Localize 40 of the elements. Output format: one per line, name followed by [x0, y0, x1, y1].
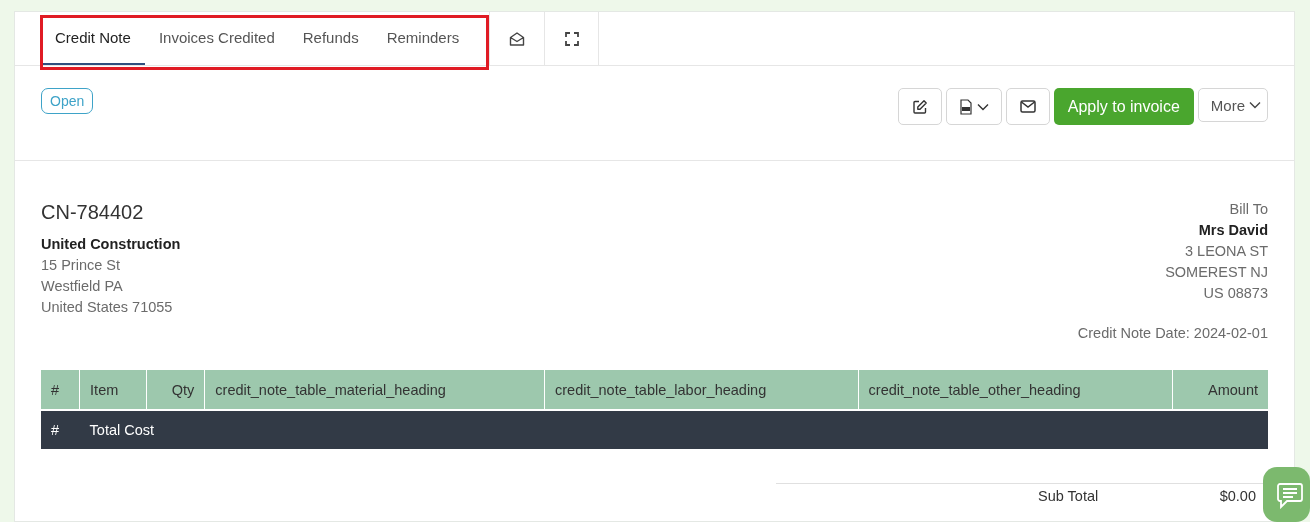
envelope-icon — [1019, 100, 1036, 113]
bill-to-label: Bill To — [1228, 200, 1268, 219]
total-value: $0.00 — [1219, 488, 1256, 505]
tab[interactable]: Invoices Credited — [144, 12, 289, 65]
address-line: Westfield PA — [41, 277, 124, 296]
total-label: Sub Total — [1038, 488, 1099, 505]
tab[interactable]: Credit Note — [41, 12, 145, 65]
address-line: United States 71055 — [41, 298, 174, 317]
column-header: Item — [79, 370, 146, 410]
edit-button[interactable] — [897, 88, 942, 125]
address-line: US 08873 — [1202, 284, 1268, 303]
table-cell: Total Cost — [79, 410, 1268, 449]
column-header: credit_note_table_other_heading — [858, 370, 1173, 410]
column-header: credit_note_table_material_heading — [204, 370, 545, 410]
column-header: Amount — [1172, 370, 1268, 410]
tab[interactable]: Refunds — [288, 12, 373, 65]
status-badge: Open — [41, 88, 94, 114]
edit-icon — [911, 98, 928, 115]
email-button[interactable] — [1005, 88, 1050, 125]
pdf-dropdown-button[interactable] — [945, 88, 1002, 125]
column-header: credit_note_table_labor_heading — [544, 370, 859, 410]
caret-icon — [976, 102, 989, 111]
credit-note-number: CN-784402 — [41, 201, 145, 224]
fullscreen-button[interactable] — [544, 12, 600, 65]
customer-name: Mrs David — [1197, 221, 1268, 240]
column-header: Qty — [146, 370, 205, 410]
tab[interactable]: Reminders — [372, 12, 474, 65]
table-cell: # — [41, 410, 80, 449]
address-line: SOMEREST NJ — [1164, 263, 1268, 282]
chat-icon — [1276, 480, 1304, 509]
address-line: 15 Prince St — [41, 256, 121, 275]
company-name: United Construction — [41, 235, 181, 254]
more-button[interactable]: More — [1197, 88, 1268, 122]
column-header: # — [41, 370, 80, 410]
fullscreen-icon — [564, 31, 579, 46]
pdf-file-icon — [958, 98, 973, 115]
envelope-icon — [509, 30, 526, 47]
credit-note-date: Credit Note Date: 2024-02-01 — [1077, 324, 1268, 343]
address-line: 3 LEONA ST — [1184, 242, 1268, 261]
caret-icon — [1249, 101, 1261, 109]
